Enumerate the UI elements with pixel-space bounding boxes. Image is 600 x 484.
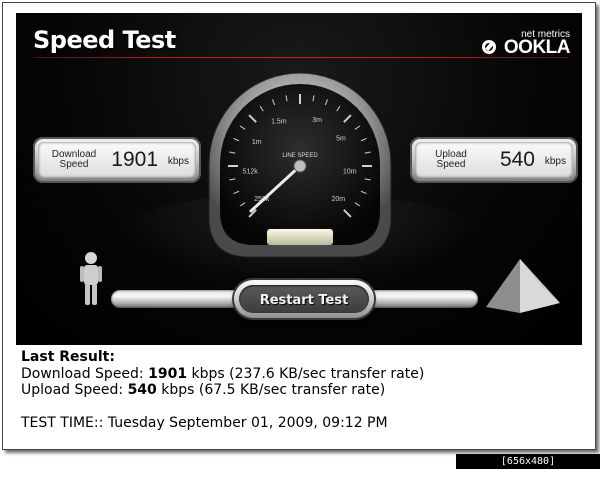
gauge-tick-label: 5m — [336, 135, 346, 142]
download-speed-label: Download Speed — [46, 150, 102, 170]
gauge-tick-label: 10m — [343, 168, 357, 175]
upload-result-prefix: Upload Speed: — [21, 382, 128, 398]
gauge-tick-label: 512k — [243, 168, 259, 175]
download-speed-screen: Download Speed 1901 kbps — [38, 142, 196, 178]
download-result-prefix: Download Speed: — [21, 365, 149, 382]
restart-button-face: Restart Test — [239, 285, 369, 313]
gauge-logo-icon — [482, 40, 496, 54]
speedometer-gauge: 512k1m1.5m3m5m10m20m256k LINE SPEED — [208, 72, 392, 258]
gauge-tick-label: 3m — [312, 117, 322, 124]
download-label-line2: Speed — [59, 159, 89, 170]
upload-result-value: 540 — [127, 382, 157, 398]
download-result-value: 1901 — [148, 365, 188, 382]
server-pyramid-icon — [486, 259, 560, 313]
restart-test-button[interactable]: Restart Test — [234, 280, 374, 318]
download-speed-display: Download Speed 1901 kbps — [33, 137, 201, 183]
gauge-tick-label: 20m — [331, 196, 345, 203]
upload-result-line: Upload Speed: 540 kbps (67.5 KB/sec tran… — [21, 382, 581, 399]
upload-result-suffix: kbps (67.5 KB/sec transfer rate) — [156, 382, 386, 398]
download-result-suffix: kbps (237.6 KB/sec transfer rate) — [187, 365, 425, 382]
restart-test-label: Restart Test — [259, 293, 349, 308]
upload-speed-label: Upload Speed — [423, 150, 479, 170]
download-result-line: Download Speed: 1901 kbps (237.6 KB/sec … — [21, 366, 581, 383]
last-result-block: Last Result: Download Speed: 1901 kbps (… — [21, 349, 581, 431]
upload-label-line2: Speed — [436, 159, 466, 170]
last-result-heading: Last Result: — [21, 349, 115, 365]
upload-speed-value: 540 — [499, 148, 535, 171]
download-speed-unit: kbps — [167, 156, 189, 167]
test-time: TEST TIME:: Tuesday September 01, 2009, … — [21, 414, 388, 431]
upload-speed-unit: kbps — [544, 156, 566, 167]
gauge-hub — [293, 159, 307, 173]
gauge-readout-window — [267, 229, 333, 245]
gauge-tick-label: 1m — [252, 139, 262, 146]
app-title: Speed Test — [33, 26, 176, 54]
gauge-tick-label: 1.5m — [271, 119, 287, 126]
download-speed-value: 1901 — [111, 148, 158, 171]
screenshot-frame: Speed Test net metrics OOKLA Download Sp… — [2, 2, 596, 450]
speedtest-panel: Speed Test net metrics OOKLA Download Sp… — [16, 13, 582, 345]
upload-speed-display: Upload Speed 540 kbps — [410, 137, 578, 183]
ookla-logo: net metrics OOKLA — [480, 29, 571, 59]
brand-name: OOKLA — [503, 37, 571, 58]
image-caption: [656x480] http://upic.me/ — [456, 454, 600, 482]
gauge-center-label: LINE SPEED — [282, 153, 318, 159]
upload-speed-screen: Upload Speed 540 kbps — [415, 142, 573, 178]
person-icon — [80, 252, 102, 305]
